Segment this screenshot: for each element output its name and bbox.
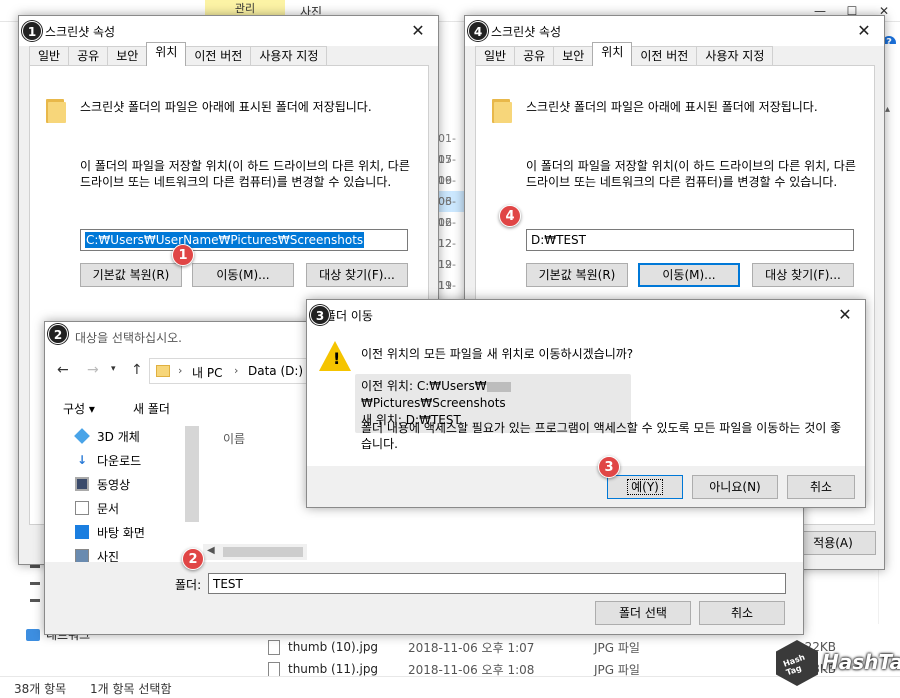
close-icon[interactable]: ✕ <box>825 300 865 330</box>
tree-item-downloads[interactable]: ↓ 다운로드 <box>75 450 141 470</box>
status-selected: 1개 항목 선택함 <box>90 682 172 696</box>
breadcrumb-drive[interactable]: Data (D:) <box>248 364 303 378</box>
back-arrow-icon[interactable]: ← <box>57 362 69 378</box>
tab-general[interactable]: 일반 <box>475 46 516 66</box>
file-icon <box>268 661 280 677</box>
tab-security[interactable]: 보안 <box>107 46 148 66</box>
warning-icon: ! <box>319 341 351 371</box>
tab-strip: 일반 공유 보안 위치 이전 버전 사용자 지정 <box>29 42 328 66</box>
cancel-button[interactable]: 취소 <box>699 601 785 625</box>
tree-scrollbar[interactable] <box>185 426 199 522</box>
tab-location[interactable]: 위치 <box>592 42 633 66</box>
organize-button[interactable]: 구성 ▾ <box>63 400 95 417</box>
description-1: 스크린샷 폴더의 파일은 아래에 표시된 폴더에 저장됩니다. <box>80 100 372 114</box>
breadcrumb-mypc[interactable]: 내 PC <box>192 364 222 381</box>
up-arrow-icon[interactable]: ↑ <box>131 362 143 378</box>
folder-name-input[interactable]: TEST <box>208 573 786 594</box>
old-location: 이전 위치: C:₩Users₩₩Pictures₩Screenshots <box>361 378 625 412</box>
select-folder-button[interactable]: 폴더 선택 <box>595 601 691 625</box>
step-badge-1: 1 <box>22 21 42 41</box>
status-bar: 38개 항목 1개 항목 선택함 <box>0 676 900 698</box>
hashtag-wordmark: HashTag <box>822 650 900 674</box>
chevron-icon[interactable]: ▴ <box>885 104 890 115</box>
tab-strip: 일반 공유 보안 위치 이전 버전 사용자 지정 <box>475 42 774 66</box>
content-pane: 이름 <box>203 422 307 546</box>
move-button[interactable]: 이동(M)... <box>638 263 740 287</box>
titlebar: 폴더 이동 ✕ <box>307 300 865 330</box>
redacted-username <box>486 381 511 392</box>
folder-label: 폴더: <box>175 578 202 592</box>
close-icon[interactable]: ✕ <box>398 16 438 46</box>
cube-icon <box>74 428 90 444</box>
description-2: 이 폴더의 파일을 저장할 위치(이 하드 드라이브의 다른 위치, 다른 드라… <box>80 159 410 189</box>
move-button[interactable]: 이동(M)... <box>192 263 294 287</box>
window-title: 폴더 이동 <box>325 309 373 323</box>
tab-general[interactable]: 일반 <box>29 46 70 66</box>
description-1: 스크린샷 폴더의 파일은 아래에 표시된 폴더에 저장됩니다. <box>526 100 818 114</box>
move-question: 이전 위치의 모든 파일을 새 위치로 이동하시겠습니까? <box>361 347 634 361</box>
cancel-button[interactable]: 취소 <box>787 475 855 499</box>
tab-security[interactable]: 보안 <box>553 46 594 66</box>
tab-sharing[interactable]: 공유 <box>514 46 555 66</box>
window-title: 스크린샷 속성 <box>45 25 116 39</box>
window-title: 스크린샷 속성 <box>491 25 562 39</box>
toolbar: 구성 ▾ 새 폴더 <box>45 392 305 422</box>
document-icon <box>75 501 89 515</box>
tree-item-videos[interactable]: 동영상 <box>75 474 130 494</box>
no-button[interactable]: 아니요(N) <box>692 475 778 499</box>
tree-item-3d-objects[interactable]: 3D 개체 <box>74 426 140 446</box>
nav-tree: 3D 개체 ↓ 다운로드 동영상 문서 바탕 화면 사진 <box>45 422 199 564</box>
horizontal-scrollbar[interactable]: ◀ <box>203 544 307 560</box>
red-badge-2: 2 <box>182 548 204 570</box>
footer: 폴더: TEST 폴더 선택 취소 <box>45 562 803 634</box>
chevron-down-icon[interactable]: ▾ <box>111 364 116 374</box>
window-title: 대상을 선택하십시오. <box>75 331 182 345</box>
red-badge-4: 4 <box>499 205 521 227</box>
step-badge-3: 3 <box>310 305 330 325</box>
explorer-nav-stubs <box>30 565 40 616</box>
file-icon <box>268 639 280 655</box>
video-icon <box>75 477 89 491</box>
location-path-input[interactable]: D:₩TEST <box>526 229 854 251</box>
folder-icon <box>46 99 66 123</box>
tree-item-documents[interactable]: 문서 <box>75 498 119 518</box>
tree-item-desktop[interactable]: 바탕 화면 <box>75 522 145 542</box>
move-note: 폴더 내용에 액세스할 필요가 있는 프로그램이 액세스할 수 있도록 모든 파… <box>361 421 842 451</box>
find-target-button[interactable]: 대상 찾기(F)... <box>752 263 854 287</box>
description-2: 이 폴더의 파일을 저장할 위치(이 하드 드라이브의 다른 위치, 다른 드라… <box>526 159 856 189</box>
tab-customize[interactable]: 사용자 지정 <box>696 46 774 66</box>
hashtag-watermark: Hash Tag HashTag <box>776 638 900 688</box>
forward-arrow-icon[interactable]: → <box>87 362 99 378</box>
new-folder-button[interactable]: 새 폴더 <box>133 400 170 417</box>
move-folder-dialog: 폴더 이동 ✕ ! 이전 위치의 모든 파일을 새 위치로 이동하시겠습니까? … <box>306 299 866 508</box>
folder-icon <box>156 365 170 377</box>
scroll-left-icon[interactable]: ◀ <box>207 545 215 556</box>
tab-location[interactable]: 위치 <box>146 42 187 66</box>
tab-previous-versions[interactable]: 이전 버전 <box>185 46 252 66</box>
status-count: 38개 항목 <box>14 682 67 696</box>
red-badge-3: 3 <box>598 456 620 478</box>
tab-sharing[interactable]: 공유 <box>68 46 109 66</box>
tab-customize[interactable]: 사용자 지정 <box>250 46 328 66</box>
restore-default-button[interactable]: 기본값 복원(R) <box>526 263 628 287</box>
tab-previous-versions[interactable]: 이전 버전 <box>631 46 698 66</box>
yes-button[interactable]: 예(Y) <box>607 475 683 499</box>
network-icon <box>26 628 40 641</box>
hashtag-logo-icon: Hash Tag <box>776 640 818 686</box>
location-path-input[interactable]: C:₩Users₩UserName₩Pictures₩Screenshots <box>80 229 408 251</box>
red-badge-1: 1 <box>172 244 194 266</box>
address-bar[interactable]: › 내 PC › Data (D:) › <box>149 358 329 384</box>
step-badge-2: 2 <box>48 324 68 344</box>
download-icon: ↓ <box>76 453 88 467</box>
close-icon[interactable]: ✕ <box>844 16 884 46</box>
desktop-icon <box>75 525 89 539</box>
restore-default-button[interactable]: 기본값 복원(R) <box>80 263 182 287</box>
folder-icon <box>492 99 512 123</box>
find-target-button[interactable]: 대상 찾기(F)... <box>306 263 408 287</box>
step-badge-4: 4 <box>468 21 488 41</box>
pictures-icon <box>75 549 89 563</box>
column-header-name[interactable]: 이름 <box>223 430 245 447</box>
